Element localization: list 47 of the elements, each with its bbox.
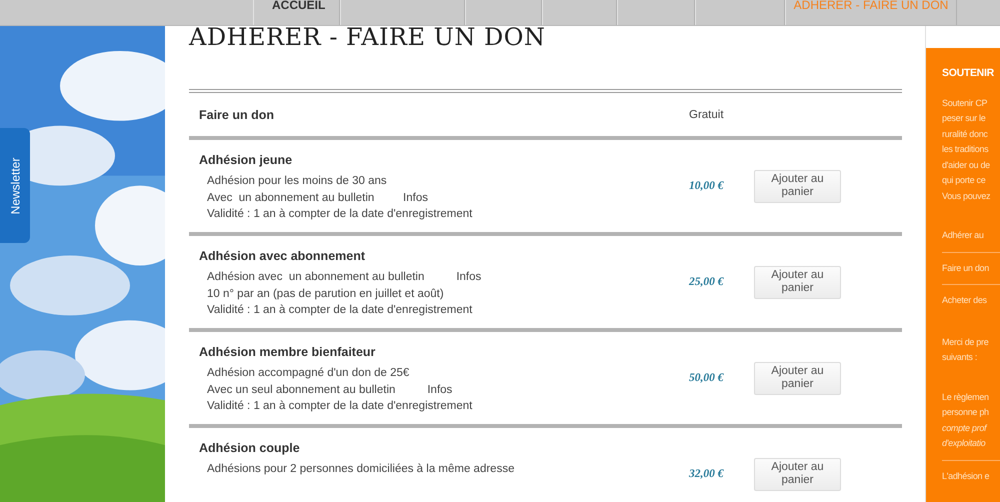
description-line: Avec un abonnement au bulletin Infos [206, 190, 429, 206]
description-line: Validité : 1 an à compter de la date d'enregistrement [206, 207, 474, 222]
sidebar-text: Soutenir CP [942, 96, 988, 110]
description-line: 10 n° par an (pas de parution en juillet et août) [206, 286, 445, 302]
nav-tab[interactable]: ACCUEIL [253, 0, 340, 25]
sidebar-text: personne ph [942, 406, 990, 419]
price-label: 10,00 € [688, 180, 725, 192]
add-to-cart-button[interactable]: Ajouter au panier [754, 266, 841, 298]
price-label: Gratuit [689, 108, 724, 120]
sidebar-text: compte prof [942, 422, 988, 435]
newsletter-tab[interactable]: Newsletter [0, 128, 30, 243]
description-line: Validité : 1 an à compter de la date d'enregistrement [206, 303, 474, 318]
product-name: Adhésion jeune [199, 153, 294, 167]
description-line: Adhésion pour les moins de 30 ans [206, 174, 388, 189]
product-name: Adhésion avec abonnement [199, 249, 366, 263]
sidebar-text: suivants : [942, 351, 978, 364]
add-to-cart-button[interactable]: Ajouter au panier [754, 170, 841, 202]
product-name: Adhésion membre bienfaiteur [199, 345, 376, 359]
sidebar-text: Le règlemen [942, 390, 990, 404]
nav-tab[interactable] [542, 0, 617, 25]
nav-tab[interactable] [617, 0, 695, 25]
nav-tab[interactable] [340, 0, 465, 25]
description-line: Adhésions pour 2 personnes domiciliées à la même adresse [206, 462, 516, 477]
sidebar-heading: SOUTENIR [942, 66, 995, 81]
price-label: 50,00 € [688, 372, 725, 384]
nav-tab[interactable] [465, 0, 542, 25]
description-line: Adhésion accompagné d'un don de 25€ [206, 366, 410, 381]
add-to-cart-button[interactable]: Ajouter au panier [754, 458, 841, 490]
price-label: 25,00 € [688, 276, 725, 288]
product-name: Faire un don [199, 108, 275, 122]
description-line: Validité : 1 an à compter de la date d'enregistrement [206, 399, 474, 414]
sidebar-text: Merci de pre [942, 336, 990, 349]
sidebar-text: ruralité donc [942, 128, 989, 140]
sidebar-text: qui porte ce [942, 174, 986, 187]
product-name: Adhésion couple [199, 441, 301, 455]
nav-tab[interactable] [695, 0, 785, 25]
sidebar-text: L'adhésion e [942, 470, 990, 482]
description-line: Adhésion avec un abonnement au bulletin Infos [206, 270, 482, 285]
sidebar-text: les traditions [942, 143, 990, 156]
sidebar-text: d'aider ou de [942, 158, 991, 172]
sidebar-text: peser sur le [942, 112, 986, 125]
price-label: 32,00 € [688, 468, 725, 480]
description-line: Avec un seul abonnement au bulletin Infos [206, 382, 454, 398]
sidebar-text: Vous pouvez [942, 190, 992, 203]
page-title: ADHERER - FAIRE UN DON [189, 23, 546, 53]
sidebar-text: d'exploitatio [942, 437, 986, 450]
add-to-cart-button[interactable]: Ajouter au panier [754, 362, 841, 394]
